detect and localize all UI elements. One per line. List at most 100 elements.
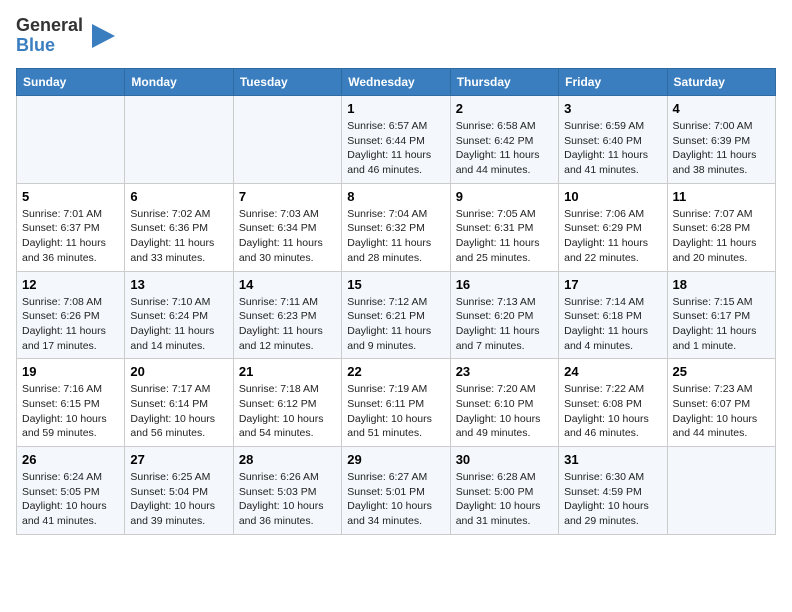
col-header-sunday: Sunday bbox=[17, 69, 125, 96]
day-cell: 22Sunrise: 7:19 AM Sunset: 6:11 PM Dayli… bbox=[342, 359, 450, 447]
day-info: Sunrise: 7:06 AM Sunset: 6:29 PM Dayligh… bbox=[564, 207, 661, 266]
day-number: 27 bbox=[130, 452, 227, 467]
day-cell: 6 Sunrise: 7:02 AM Sunset: 6:36 PM Daylig… bbox=[125, 183, 233, 271]
day-number: 5 bbox=[22, 189, 119, 204]
day-cell: 24 Sunrise: 7:22 AM Sunset: 6:08 PM Dayli… bbox=[559, 359, 667, 447]
day-cell: 8 Sunrise: 7:04 AM Sunset: 6:32 PM Daylig… bbox=[342, 183, 450, 271]
day-info: Sunrise: 6:26 AM Sunset: 5:03 PM Dayligh… bbox=[239, 470, 336, 529]
calendar-table: SundayMondayTuesdayWednesdayThursdayFrid… bbox=[16, 68, 776, 535]
day-number: 25 bbox=[673, 364, 770, 379]
logo-general: General bbox=[16, 16, 83, 36]
day-info: Sunrise: 6:59 AM Sunset: 6:40 PM Dayligh… bbox=[564, 119, 661, 178]
day-info: Sunrise: 7:07 AM Sunset: 6:28 PM Dayligh… bbox=[673, 207, 770, 266]
week-row-3: 12 Sunrise: 7:08 AM Sunset: 6:26 PM Dayli… bbox=[17, 271, 776, 359]
day-cell: 30Sunrise: 6:28 AM Sunset: 5:00 PM Dayli… bbox=[450, 447, 558, 535]
logo-arrow-icon bbox=[87, 16, 117, 56]
day-info: Sunrise: 7:18 AM Sunset: 6:12 PM Dayligh… bbox=[239, 382, 336, 441]
day-cell: 16 Sunrise: 7:13 AM Sunset: 6:20 PM Dayli… bbox=[450, 271, 558, 359]
logo-blue: Blue bbox=[16, 36, 83, 56]
day-info: Sunrise: 7:13 AM Sunset: 6:20 PM Dayligh… bbox=[456, 295, 553, 354]
day-info: Sunrise: 7:22 AM Sunset: 6:08 PM Dayligh… bbox=[564, 382, 661, 441]
day-number: 14 bbox=[239, 277, 336, 292]
day-cell: 23Sunrise: 7:20 AM Sunset: 6:10 PM Dayli… bbox=[450, 359, 558, 447]
day-cell: 15 Sunrise: 7:12 AM Sunset: 6:21 PM Dayli… bbox=[342, 271, 450, 359]
day-number: 19 bbox=[22, 364, 119, 379]
day-cell: 21 Sunrise: 7:18 AM Sunset: 6:12 PM Dayli… bbox=[233, 359, 341, 447]
day-cell: 3 Sunrise: 6:59 AM Sunset: 6:40 PM Daylig… bbox=[559, 96, 667, 184]
day-info: Sunrise: 7:03 AM Sunset: 6:34 PM Dayligh… bbox=[239, 207, 336, 266]
day-cell: 9 Sunrise: 7:05 AM Sunset: 6:31 PM Daylig… bbox=[450, 183, 558, 271]
day-info: Sunrise: 7:14 AM Sunset: 6:18 PM Dayligh… bbox=[564, 295, 661, 354]
header-row: SundayMondayTuesdayWednesdayThursdayFrid… bbox=[17, 69, 776, 96]
day-info: Sunrise: 7:00 AM Sunset: 6:39 PM Dayligh… bbox=[673, 119, 770, 178]
day-cell: 1Sunrise: 6:57 AM Sunset: 6:44 PM Daylig… bbox=[342, 96, 450, 184]
day-cell: 29 Sunrise: 6:27 AM Sunset: 5:01 PM Dayli… bbox=[342, 447, 450, 535]
day-cell: 14 Sunrise: 7:11 AM Sunset: 6:23 PM Dayli… bbox=[233, 271, 341, 359]
day-number: 17 bbox=[564, 277, 661, 292]
day-cell: 5 Sunrise: 7:01 AM Sunset: 6:37 PM Daylig… bbox=[17, 183, 125, 271]
day-number: 29 bbox=[347, 452, 444, 467]
day-number: 7 bbox=[239, 189, 336, 204]
day-cell: 7 Sunrise: 7:03 AM Sunset: 6:34 PM Daylig… bbox=[233, 183, 341, 271]
day-info: Sunrise: 7:01 AM Sunset: 6:37 PM Dayligh… bbox=[22, 207, 119, 266]
day-info: Sunrise: 7:17 AM Sunset: 6:14 PM Dayligh… bbox=[130, 382, 227, 441]
day-number: 3 bbox=[564, 101, 661, 116]
week-row-4: 19 Sunrise: 7:16 AM Sunset: 6:15 PM Dayli… bbox=[17, 359, 776, 447]
logo: General Blue bbox=[16, 16, 117, 56]
day-info: Sunrise: 7:16 AM Sunset: 6:15 PM Dayligh… bbox=[22, 382, 119, 441]
day-cell: 13 Sunrise: 7:10 AM Sunset: 6:24 PM Dayli… bbox=[125, 271, 233, 359]
day-cell: 19 Sunrise: 7:16 AM Sunset: 6:15 PM Dayli… bbox=[17, 359, 125, 447]
col-header-tuesday: Tuesday bbox=[233, 69, 341, 96]
day-info: Sunrise: 6:30 AM Sunset: 4:59 PM Dayligh… bbox=[564, 470, 661, 529]
day-number: 23 bbox=[456, 364, 553, 379]
day-info: Sunrise: 6:58 AM Sunset: 6:42 PM Dayligh… bbox=[456, 119, 553, 178]
day-cell: 12 Sunrise: 7:08 AM Sunset: 6:26 PM Dayli… bbox=[17, 271, 125, 359]
day-cell: 11 Sunrise: 7:07 AM Sunset: 6:28 PM Dayli… bbox=[667, 183, 775, 271]
day-number: 28 bbox=[239, 452, 336, 467]
day-info: Sunrise: 6:25 AM Sunset: 5:04 PM Dayligh… bbox=[130, 470, 227, 529]
day-cell bbox=[17, 96, 125, 184]
day-number: 2 bbox=[456, 101, 553, 116]
day-number: 24 bbox=[564, 364, 661, 379]
day-cell: 18 Sunrise: 7:15 AM Sunset: 6:17 PM Dayli… bbox=[667, 271, 775, 359]
day-number: 11 bbox=[673, 189, 770, 204]
day-cell: 4Sunrise: 7:00 AM Sunset: 6:39 PM Daylig… bbox=[667, 96, 775, 184]
day-info: Sunrise: 7:02 AM Sunset: 6:36 PM Dayligh… bbox=[130, 207, 227, 266]
day-cell: 25Sunrise: 7:23 AM Sunset: 6:07 PM Dayli… bbox=[667, 359, 775, 447]
day-number: 26 bbox=[22, 452, 119, 467]
day-cell: 2 Sunrise: 6:58 AM Sunset: 6:42 PM Daylig… bbox=[450, 96, 558, 184]
day-number: 10 bbox=[564, 189, 661, 204]
day-info: Sunrise: 7:11 AM Sunset: 6:23 PM Dayligh… bbox=[239, 295, 336, 354]
col-header-monday: Monday bbox=[125, 69, 233, 96]
day-number: 12 bbox=[22, 277, 119, 292]
day-number: 20 bbox=[130, 364, 227, 379]
day-number: 6 bbox=[130, 189, 227, 204]
day-number: 21 bbox=[239, 364, 336, 379]
day-info: Sunrise: 6:27 AM Sunset: 5:01 PM Dayligh… bbox=[347, 470, 444, 529]
day-info: Sunrise: 7:05 AM Sunset: 6:31 PM Dayligh… bbox=[456, 207, 553, 266]
header: General Blue bbox=[16, 16, 776, 56]
day-info: Sunrise: 6:24 AM Sunset: 5:05 PM Dayligh… bbox=[22, 470, 119, 529]
week-row-5: 26 Sunrise: 6:24 AM Sunset: 5:05 PM Dayli… bbox=[17, 447, 776, 535]
logo-text: General Blue bbox=[16, 16, 117, 56]
day-number: 30 bbox=[456, 452, 553, 467]
day-number: 15 bbox=[347, 277, 444, 292]
day-info: Sunrise: 7:12 AM Sunset: 6:21 PM Dayligh… bbox=[347, 295, 444, 354]
col-header-saturday: Saturday bbox=[667, 69, 775, 96]
day-number: 8 bbox=[347, 189, 444, 204]
day-number: 13 bbox=[130, 277, 227, 292]
day-cell: 17 Sunrise: 7:14 AM Sunset: 6:18 PM Dayli… bbox=[559, 271, 667, 359]
day-cell: 31Sunrise: 6:30 AM Sunset: 4:59 PM Dayli… bbox=[559, 447, 667, 535]
day-number: 16 bbox=[456, 277, 553, 292]
col-header-thursday: Thursday bbox=[450, 69, 558, 96]
day-info: Sunrise: 7:04 AM Sunset: 6:32 PM Dayligh… bbox=[347, 207, 444, 266]
day-info: Sunrise: 7:10 AM Sunset: 6:24 PM Dayligh… bbox=[130, 295, 227, 354]
day-number: 18 bbox=[673, 277, 770, 292]
day-number: 1 bbox=[347, 101, 444, 116]
day-info: Sunrise: 7:08 AM Sunset: 6:26 PM Dayligh… bbox=[22, 295, 119, 354]
day-info: Sunrise: 7:19 AM Sunset: 6:11 PM Dayligh… bbox=[347, 382, 444, 441]
day-number: 9 bbox=[456, 189, 553, 204]
day-cell: 27 Sunrise: 6:25 AM Sunset: 5:04 PM Dayli… bbox=[125, 447, 233, 535]
col-header-friday: Friday bbox=[559, 69, 667, 96]
day-info: Sunrise: 7:15 AM Sunset: 6:17 PM Dayligh… bbox=[673, 295, 770, 354]
